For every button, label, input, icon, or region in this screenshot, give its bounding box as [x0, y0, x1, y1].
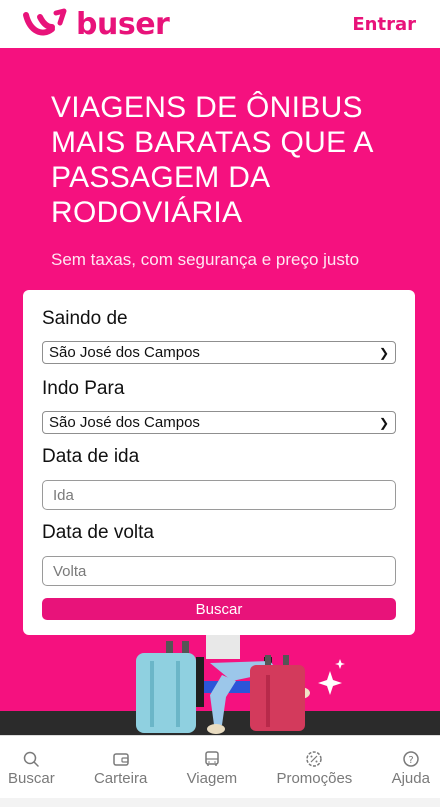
- search-button[interactable]: Buscar: [42, 598, 396, 620]
- svg-text:?: ?: [408, 755, 413, 766]
- chevron-down-icon: ❯: [378, 346, 389, 360]
- nav-label: Promoções: [276, 770, 353, 787]
- nav-item-ajuda[interactable]: ? Ajuda: [392, 750, 430, 798]
- wallet-icon: [112, 753, 129, 766]
- search-icon: [24, 751, 40, 767]
- destination-select-value: São José dos Campos: [49, 414, 200, 431]
- app-header: buser Entrar: [0, 0, 440, 48]
- bus-icon: [205, 751, 219, 766]
- travelers-luggage-illustration: [0, 635, 440, 735]
- destination-select[interactable]: São José dos Campos ❯: [42, 411, 396, 434]
- nav-label: Viagem: [186, 770, 238, 787]
- hero-section: VIAGENS DE ÔNIBUS MAIS BARATAS QUE A PAS…: [0, 48, 440, 735]
- buser-logo-icon: [23, 8, 67, 36]
- bottom-safe-area: [0, 798, 440, 807]
- return-date-input[interactable]: [42, 556, 396, 586]
- nav-item-carteira[interactable]: Carteira: [94, 750, 147, 798]
- buser-logo[interactable]: buser: [22, 6, 170, 42]
- hero-headline: VIAGENS DE ÔNIBUS MAIS BARATAS QUE A PAS…: [51, 91, 373, 229]
- origin-select[interactable]: São José dos Campos ❯: [42, 341, 396, 364]
- nav-item-viagem[interactable]: Viagem: [186, 750, 238, 798]
- bottom-navigation: Buscar Carteira Viagem Promoções ? Ajuda: [0, 735, 440, 798]
- help-icon: ?: [403, 751, 419, 767]
- nav-item-buscar[interactable]: Buscar: [8, 750, 55, 798]
- origin-select-value: São José dos Campos: [49, 344, 200, 361]
- departure-date-label: Data de ida: [42, 446, 140, 467]
- origin-label: Saindo de: [42, 308, 128, 329]
- return-date-label: Data de volta: [42, 522, 154, 543]
- nav-item-promocoes[interactable]: Promoções: [276, 750, 352, 798]
- login-link[interactable]: Entrar: [352, 14, 416, 35]
- discount-icon: [306, 751, 323, 767]
- departure-date-input[interactable]: [42, 480, 396, 510]
- hero-subtitle: Sem taxas, com segurança e preço justo: [51, 250, 360, 269]
- destination-label: Indo Para: [42, 378, 125, 399]
- nav-label: Buscar: [8, 770, 55, 787]
- chevron-down-icon: ❯: [378, 416, 389, 430]
- buser-logo-text: buser: [76, 6, 170, 42]
- nav-label: Carteira: [93, 770, 148, 787]
- search-form: Saindo de São José dos Campos ❯ Indo Par…: [23, 290, 415, 635]
- nav-label: Ajuda: [391, 770, 430, 787]
